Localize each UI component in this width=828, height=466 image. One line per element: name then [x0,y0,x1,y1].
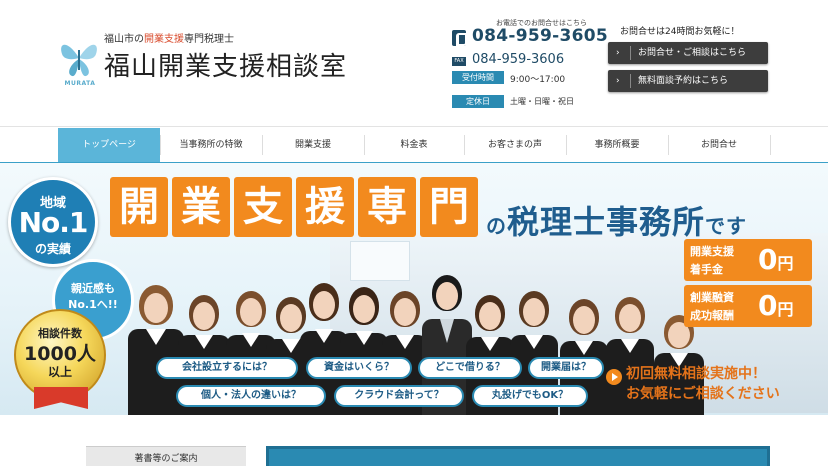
headline-particle: の [486,214,507,238]
nav-item-startup-support[interactable]: 開業支援 [262,128,364,162]
phone-icon [452,30,467,46]
badge-friendly-line1: 親近感も [71,282,115,295]
page: MURATA 福山市の開業支援専門税理士 福山開業支援相談室 お電話でのお問合せ… [0,0,828,466]
free-consultation-line2: お気軽にご相談ください [626,386,780,402]
fax-icon: FAX [452,57,466,66]
hours-label: 受付時間 [452,71,504,84]
badge-consultations-line2: 1000人 [24,343,96,365]
promo-loan-fee-amount: 0 [758,289,778,322]
nav-item-testimonials[interactable]: お客さまの声 [464,128,566,162]
fax-number: 084-959-3606 [472,52,565,67]
phone-number-link[interactable]: 084-959-3605 [472,26,608,46]
closed-days-label: 定休日 [452,95,504,108]
sidebar-heading-publications[interactable]: 著書等のご案内 [86,446,246,466]
headline-rest: の税理士事務所です [486,197,747,243]
question-bubble: 会社設立するには？ [156,357,298,379]
nav-item-contact[interactable]: お問合せ [668,128,770,162]
promo-loan-fee-line1: 創業融資 [690,291,734,304]
closed-days-value: 土曜・日曜・祝日 [510,97,574,106]
contact-note: お問合せは24時間お気軽に！ [620,27,740,37]
question-bubble: どこで借りる？ [418,357,522,379]
nav-divider [770,135,771,155]
headline-char: 援 [296,177,354,237]
headline-char: 専 [358,177,416,237]
office-name[interactable]: 福山開業支援相談室 [104,46,347,83]
tagline: 福山市の開業支援専門税理士 [104,30,234,45]
free-consultation-banner[interactable]: 初回無料相談実施中！ お気軽にご相談ください [604,363,828,407]
promo-startup-fee: 開業支援 着手金 0円 [684,239,812,281]
free-consultation-line1: 初回無料相談実施中！ [626,366,766,382]
headline-rest-text: 税理士事務所 [507,203,706,241]
reserve-button[interactable]: › 無料面談予約はこちら [608,70,768,92]
badge-consultations-line3: 以上 [47,365,72,379]
chevron-right-icon: › [616,76,620,86]
promo-loan-fee: 創業融資 成功報酬 0円 [684,285,812,327]
ribbon-icon [34,387,88,409]
play-arrow-icon [606,369,622,385]
headline-char: 開 [110,177,168,237]
headline-char: 支 [234,177,292,237]
hero-banner[interactable]: 地域 No.1 の実績 親近感も No.1へ!! 相談件数 1000人 以上 開… [0,163,828,415]
badge-consultations: 相談件数 1000人 以上 [14,309,106,409]
nav-item-pricing[interactable]: 料金表 [364,128,464,162]
headline-char: 業 [172,177,230,237]
promo-startup-fee-value: 0円 [758,243,794,281]
hours-value: 9:00～17:00 [510,75,566,85]
contact-button-label: お問合せ・ご相談はこちら [638,48,747,58]
chevron-right-icon: › [616,48,620,58]
promo-startup-fee-line1: 開業支援 [690,245,734,258]
nav-item-features[interactable]: 当事務所の特徴 [160,128,262,162]
promo-startup-fee-amount: 0 [758,243,778,276]
question-bubble: 個人・法人の違いは？ [176,385,326,407]
tagline-suffix: 専門税理士 [184,34,234,45]
contact-button[interactable]: › お問合せ・ご相談はこちら [608,42,768,64]
nav-item-office-profile[interactable]: 事務所概要 [566,128,668,162]
promo-startup-fee-unit: 円 [777,254,794,273]
headline-end: です [705,214,748,238]
nav-item-top[interactable]: トップページ [58,128,160,162]
badge-region-line2: No.1 [18,206,89,239]
headline-char: 門 [420,177,478,237]
main-nav: トップページ 当事務所の特徴 開業支援 料金表 お客さまの声 事務所概要 お問合… [0,126,828,166]
button-divider [630,46,631,60]
main-content-box [266,446,770,466]
question-bubble: クラウド会計って？ [334,385,464,407]
badge-region-no1: 地域 No.1 の実績 [8,177,98,267]
promo-loan-fee-value: 0円 [758,289,794,327]
reserve-button-label: 無料面談予約はこちら [638,76,729,86]
button-divider [630,74,631,88]
question-bubble: 開業届は？ [528,357,604,379]
promo-loan-fee-line2: 成功報酬 [690,309,734,322]
promo-startup-fee-line2: 着手金 [690,263,723,276]
site-header: MURATA 福山市の開業支援専門税理士 福山開業支援相談室 お電話でのお問合せ… [0,0,828,126]
question-bubble: 資金はいくら？ [306,357,412,379]
question-bubble: 丸投げでもOK？ [472,385,588,407]
promo-loan-fee-unit: 円 [777,300,794,319]
logo-wordmark: MURATA [64,80,96,87]
badge-region-line3: の実績 [34,242,71,256]
tagline-highlight: 開業支援 [144,34,184,45]
tagline-prefix: 福山市の [104,34,144,45]
